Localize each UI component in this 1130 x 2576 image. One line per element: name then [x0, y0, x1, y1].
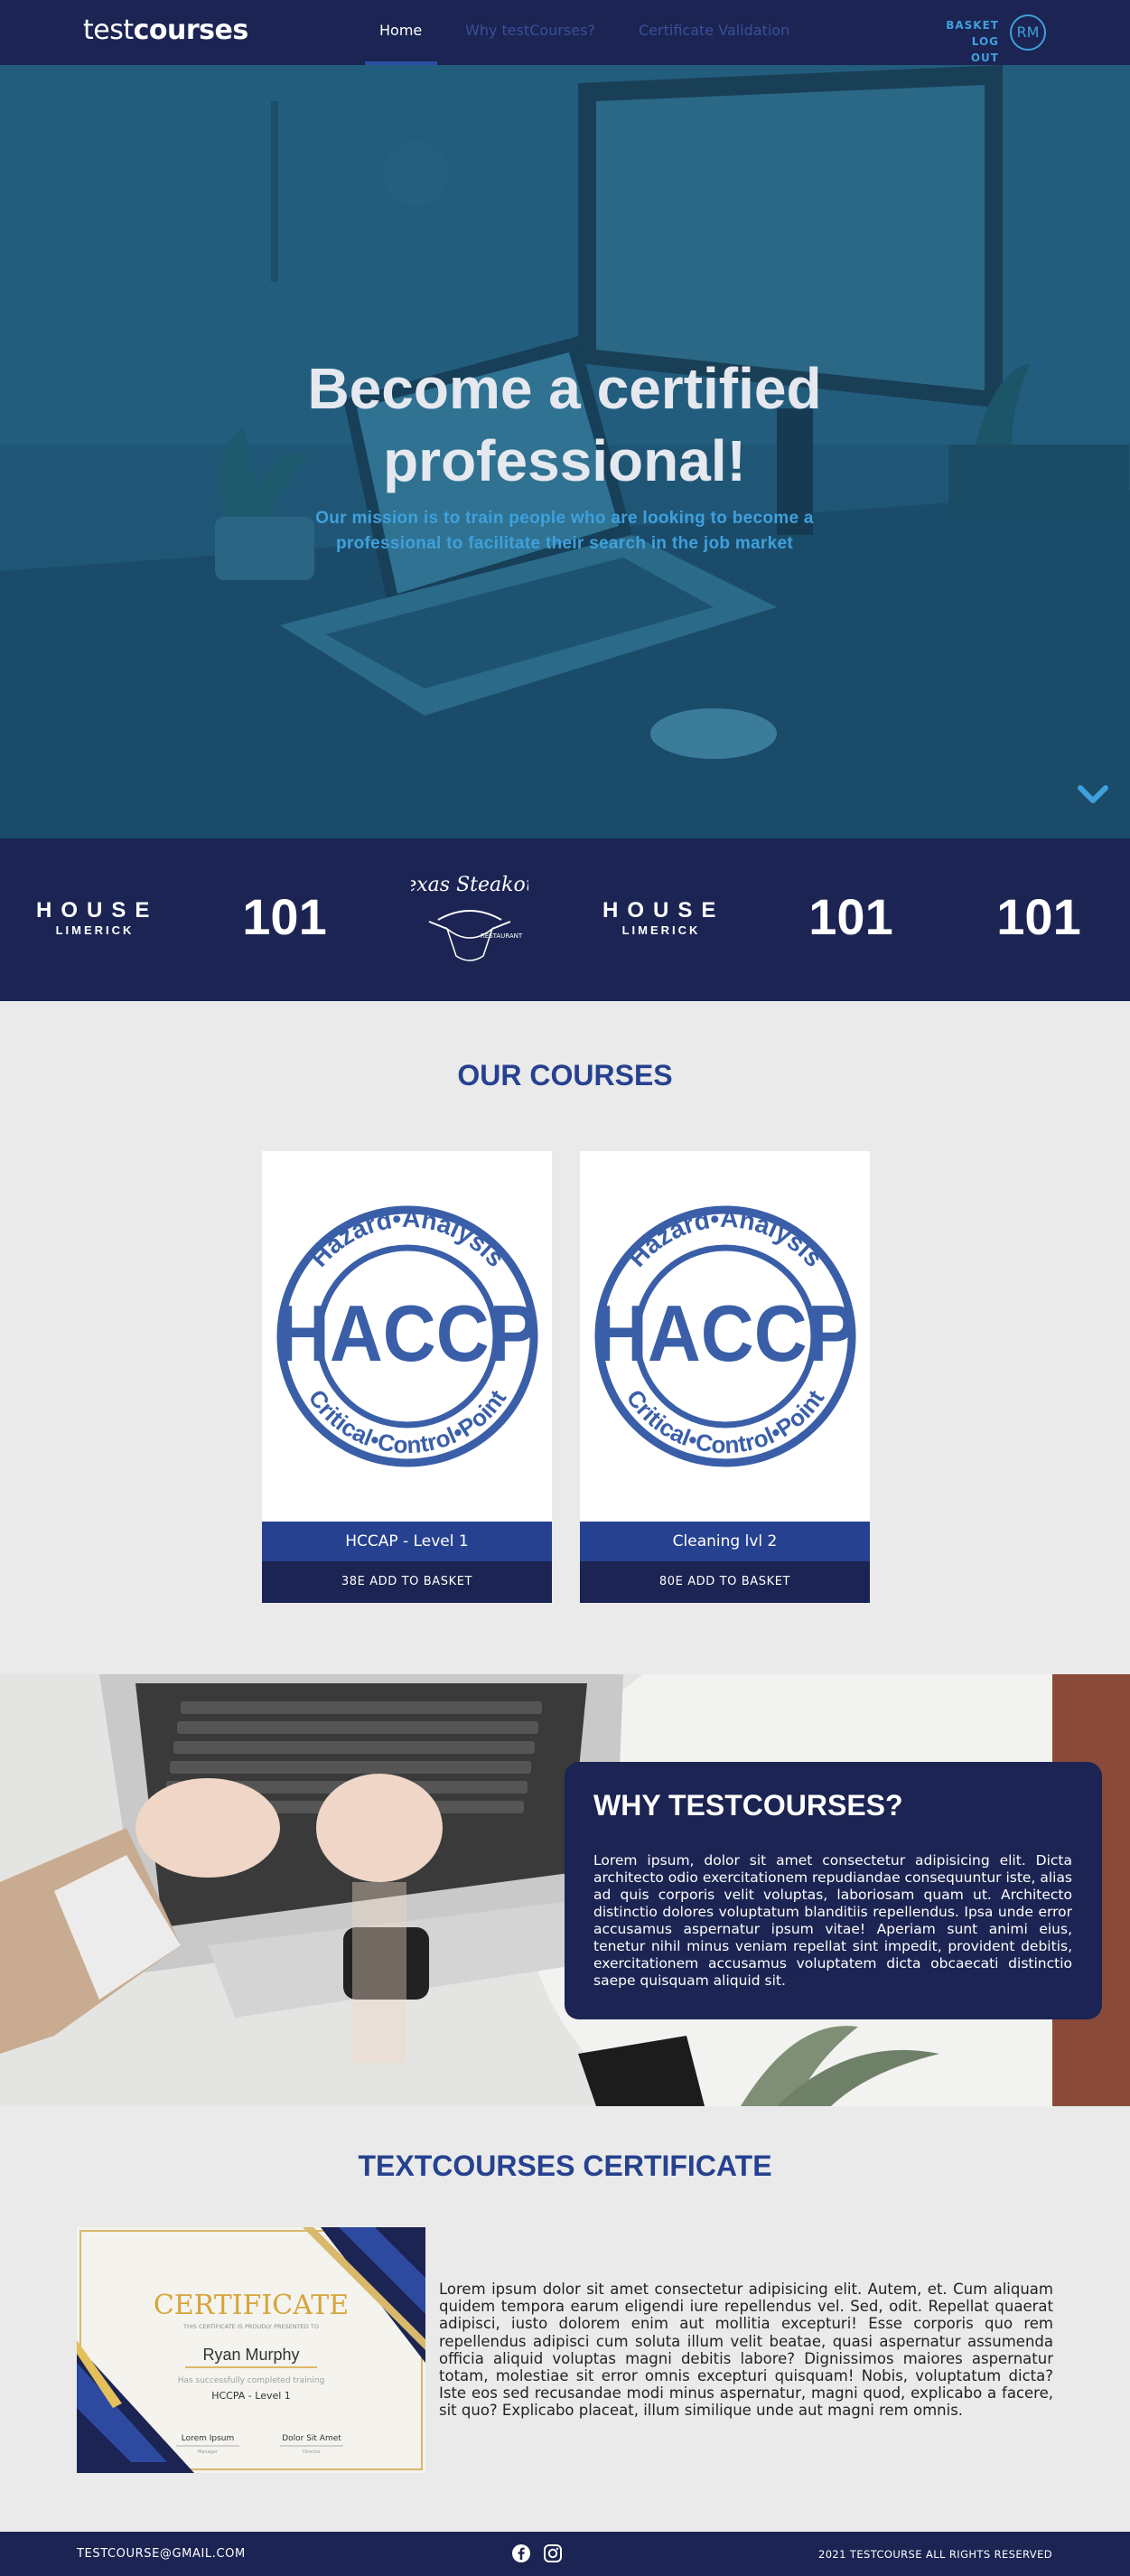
why-info-panel: WHY TESTCOURSES? Lorem ipsum, dolor sit …: [565, 1762, 1102, 2019]
site-logo[interactable]: testcourses: [83, 13, 248, 49]
svg-text:HACCP: HACCP: [594, 1288, 856, 1378]
svg-text:Ryan Murphy: Ryan Murphy: [202, 2346, 299, 2364]
svg-text:Director: Director: [303, 2450, 322, 2455]
svg-text:THIS CERTIFICATE IS PROUDLY PR: THIS CERTIFICATE IS PROUDLY PRESENTED TO: [182, 2323, 319, 2330]
add-to-basket-button[interactable]: 80E ADD TO BASKET: [580, 1561, 870, 1603]
top-navbar: testcourses Home Why testCourses? Certif…: [0, 0, 1130, 65]
course-name: Cleaning lvl 2: [580, 1522, 870, 1561]
course-card[interactable]: Hazard•Analysis Critical•Control•Point H…: [580, 1151, 870, 1603]
svg-text:CERTIFICATE: CERTIFICATE: [154, 2290, 349, 2321]
why-title: WHY TESTCOURSES?: [593, 1789, 903, 1822]
texas-logo-script: Texas Steakout: [411, 874, 528, 896]
svg-text:Manager: Manager: [198, 2450, 219, 2455]
footer-email-link[interactable]: TESTCOURSE@GMAIL.COM: [77, 2546, 246, 2562]
partner-logo-101-2: 101: [808, 888, 893, 945]
svg-text:HCCPA - Level 1: HCCPA - Level 1: [211, 2390, 291, 2402]
hero-section: Become a certified professional! Our mis…: [0, 65, 1130, 838]
partner-logo-101: 101: [242, 888, 327, 945]
chevron-down-icon[interactable]: [1075, 781, 1111, 808]
partner-logo-101-3: 101: [996, 888, 1081, 945]
facebook-icon[interactable]: [511, 2543, 531, 2563]
certificate-section-title: TEXTCOURSES CERTIFICATE: [358, 2150, 772, 2182]
haccp-badge-image: Hazard•Analysis Critical•Control•Point H…: [580, 1151, 870, 1522]
svg-text:Dolor Sit Amet: Dolor Sit Amet: [282, 2434, 341, 2443]
instagram-icon[interactable]: [543, 2543, 563, 2563]
basket-link[interactable]: BASKET: [939, 17, 999, 33]
logout-link[interactable]: LOG OUT: [939, 33, 999, 66]
nav-link-certificate-validation[interactable]: Certificate Validation: [639, 20, 789, 42]
texas-logo-subtitle: RESTAURANT: [481, 932, 523, 940]
svg-text:HACCP: HACCP: [276, 1288, 538, 1378]
course-name: HCCAP - Level 1: [262, 1522, 552, 1561]
nav-link-why-testcourses[interactable]: Why testCourses?: [465, 20, 595, 42]
courses-section-title: OUR COURSES: [457, 1059, 673, 1091]
add-to-basket-button[interactable]: 38E ADD TO BASKET: [262, 1561, 552, 1603]
hero-title: Become a certified professional!: [307, 356, 822, 493]
certificate-sample-image: CERTIFICATE THIS CERTIFICATE IS PROUDLY …: [77, 2227, 425, 2473]
certificate-description: Lorem ipsum dolor sit amet consectetur a…: [439, 2281, 1053, 2420]
haccp-badge-image: Hazard•Analysis Critical•Control•Point H…: [262, 1151, 552, 1522]
account-links: BASKET LOG OUT: [939, 17, 999, 66]
course-card[interactable]: Hazard•Analysis Critical•Control•Point H…: [262, 1151, 552, 1603]
why-description: Lorem ipsum, dolor sit amet consectetur …: [593, 1852, 1073, 1989]
footer-copyright: 2021 TESTCOURSE ALL RIGHTS RESERVED: [817, 2548, 1052, 2561]
svg-text:Has successfully completed tra: Has successfully completed training: [178, 2376, 325, 2385]
partner-logo-house-limerick-2: HOUSE LIMERICK: [602, 898, 725, 937]
svg-text:Lorem Ipsum: Lorem Ipsum: [182, 2434, 235, 2443]
hero-subtitle: Our mission is to train people who are l…: [315, 509, 814, 553]
nav-link-home[interactable]: Home: [379, 20, 422, 42]
partner-logos-strip: HOUSE LIMERICK 101 Texas Steakout RESTAU…: [0, 838, 1130, 1001]
footer: TESTCOURSE@GMAIL.COM 2021 TESTCOURSE ALL…: [0, 2532, 1130, 2576]
partner-logo-house-limerick: HOUSE LIMERICK: [36, 898, 159, 937]
why-section: WHY TESTCOURSES? Lorem ipsum, dolor sit …: [0, 1674, 1130, 2106]
partner-logo-texas-steakout: Texas Steakout RESTAURANT: [411, 874, 528, 961]
user-avatar[interactable]: RM: [1010, 14, 1046, 51]
